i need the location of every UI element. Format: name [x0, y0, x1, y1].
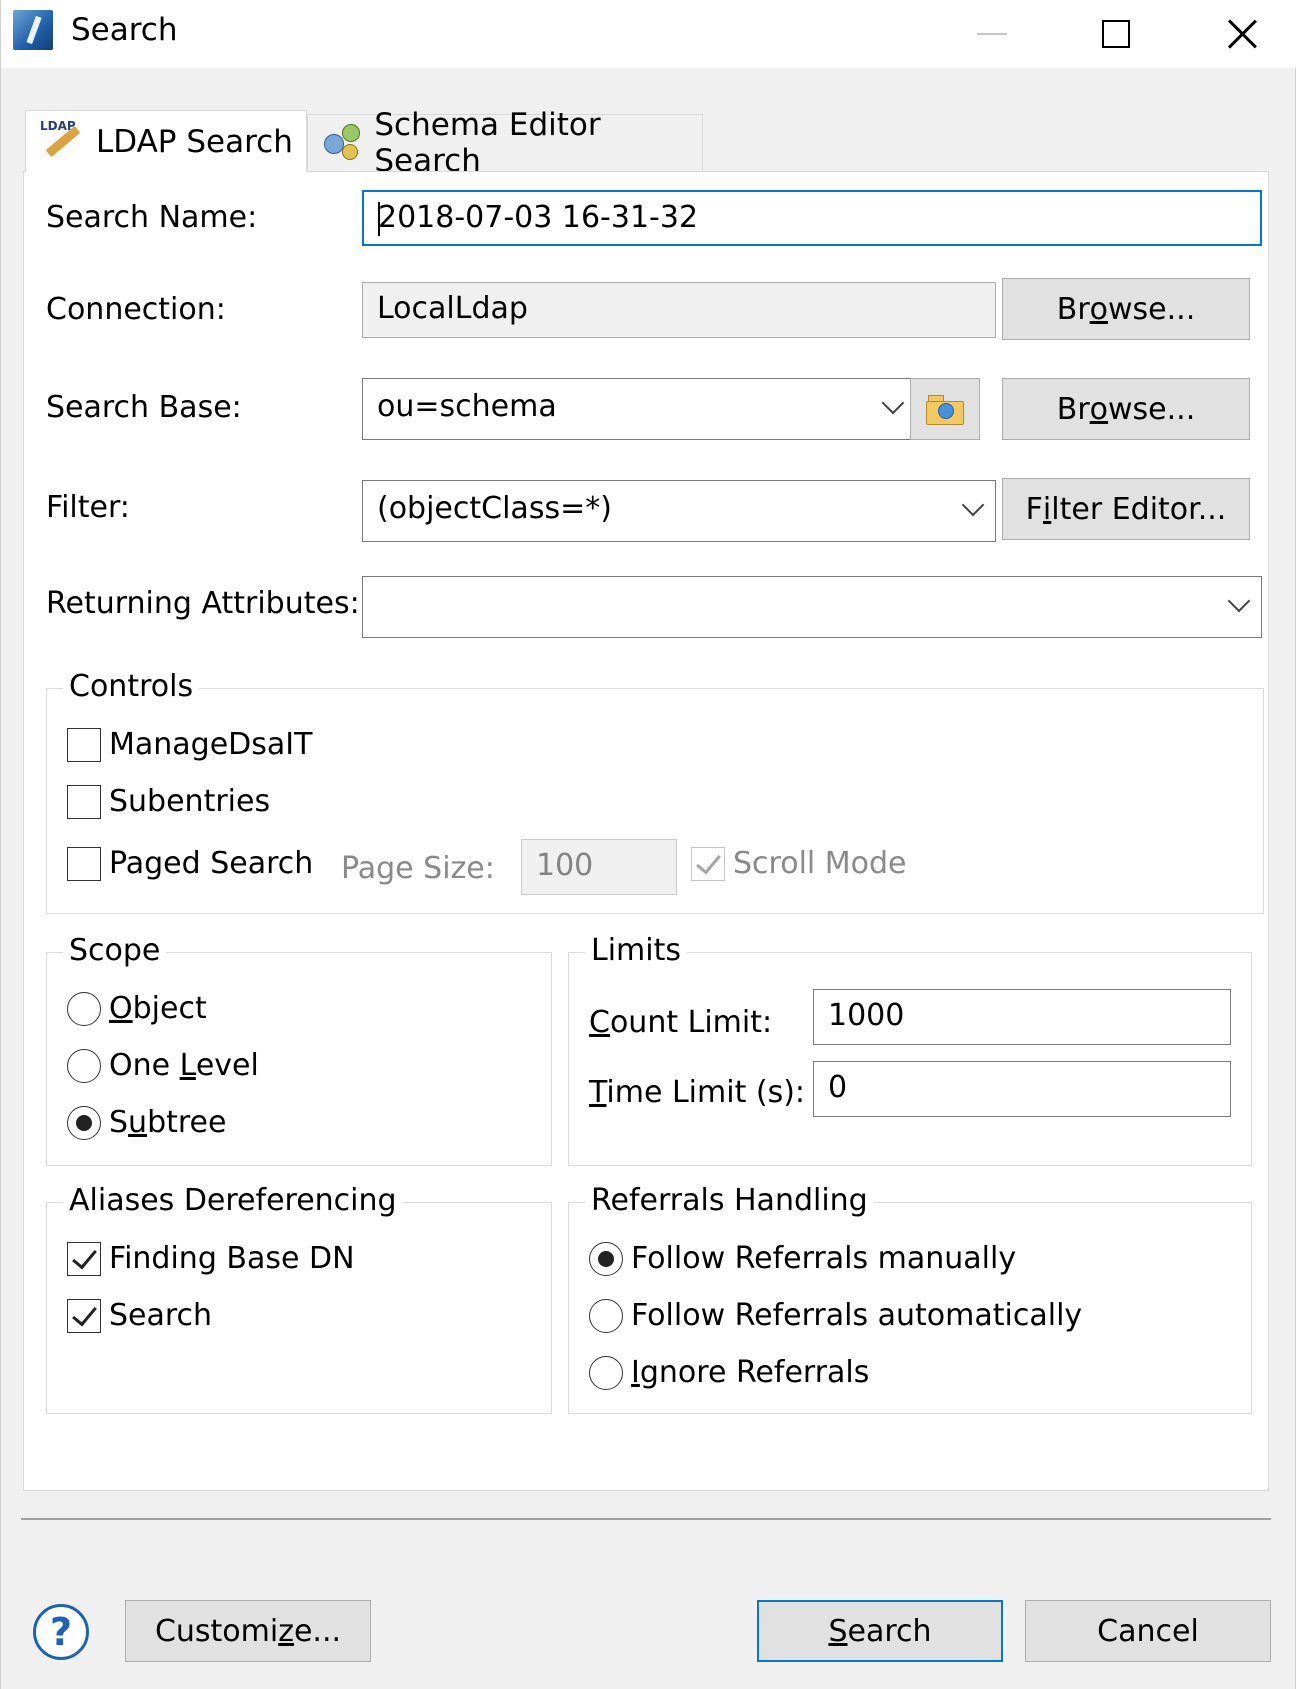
- search-name-input[interactable]: 2018-07-03 16-31-32: [362, 190, 1262, 246]
- paged-search-checkbox[interactable]: Paged Search: [67, 846, 313, 881]
- referrals-group: Referrals Handling Follow Referrals manu…: [568, 1181, 1252, 1414]
- connection-label: Connection:: [46, 292, 226, 327]
- connection-browse-button[interactable]: Br o wse...: [1002, 278, 1250, 340]
- time-limit-label: Time Limit (s):: [589, 1075, 806, 1110]
- chevron-down-icon: [1227, 589, 1251, 613]
- referrals-ignore-radio[interactable]: Ignore Referrals: [589, 1355, 869, 1390]
- controls-group-title: Controls: [63, 667, 200, 707]
- finding-base-dn-checkbox[interactable]: Finding Base DN: [67, 1241, 355, 1276]
- scope-one-level-radio[interactable]: One Level: [67, 1048, 259, 1083]
- minimize-button[interactable]: [937, 0, 1047, 68]
- count-limit-input[interactable]: 1000: [813, 989, 1231, 1045]
- window-title: Search: [71, 12, 178, 48]
- help-icon[interactable]: ?: [33, 1604, 89, 1660]
- ldap-search-panel: Search Name: 2018-07-03 16-31-32 Connect…: [23, 171, 1269, 1491]
- referrals-automatic-radio[interactable]: Follow Referrals automatically: [589, 1298, 1082, 1333]
- search-base-browse-button[interactable]: Br o wse...: [1002, 378, 1250, 440]
- maximize-button[interactable]: [1061, 0, 1171, 68]
- minimize-icon: [977, 33, 1007, 35]
- search-dialog: Search LDAP LDAP Search Schema Editor Se…: [0, 0, 1296, 1689]
- scope-group: Scope Object One Level Subtree: [46, 931, 552, 1166]
- search-base-combo[interactable]: ou=schema: [362, 378, 916, 440]
- filter-label: Filter:: [46, 490, 130, 525]
- page-size-label: Page Size:: [341, 851, 495, 886]
- folder-up-icon: [926, 393, 964, 425]
- tab-ldap-search[interactable]: LDAP LDAP Search: [25, 110, 307, 172]
- chevron-down-icon: [961, 493, 985, 517]
- aliases-group-title: Aliases Dereferencing: [63, 1181, 403, 1221]
- app-icon: [13, 10, 53, 50]
- search-base-label: Search Base:: [46, 390, 242, 425]
- referrals-manual-radio[interactable]: Follow Referrals manually: [589, 1241, 1016, 1276]
- aliases-search-checkbox[interactable]: Search: [67, 1298, 212, 1333]
- time-limit-input[interactable]: 0: [813, 1061, 1231, 1117]
- scope-group-title: Scope: [63, 931, 167, 971]
- aliases-group: Aliases Dereferencing Finding Base DN Se…: [46, 1181, 552, 1414]
- count-limit-label: Count Limit:: [589, 1005, 773, 1040]
- scroll-mode-checkbox: Scroll Mode: [691, 846, 907, 881]
- footer-separator: [21, 1518, 1271, 1520]
- ldap-search-icon: LDAP: [38, 119, 84, 165]
- referrals-group-title: Referrals Handling: [585, 1181, 874, 1221]
- connection-field: LocalLdap: [362, 282, 996, 338]
- subentries-checkbox[interactable]: Subentries: [67, 784, 270, 819]
- controls-group: Controls ManageDsaIT Subentries Paged Se…: [46, 667, 1264, 914]
- maximize-icon: [1102, 20, 1130, 48]
- title-bar: Search: [1, 0, 1296, 68]
- customize-button[interactable]: Customi z e...: [125, 1600, 371, 1662]
- tab-schema-editor-search-label: Schema Editor Search: [374, 106, 601, 179]
- close-icon: [1226, 18, 1258, 50]
- close-button[interactable]: [1187, 0, 1296, 68]
- page-size-input: 100: [521, 839, 677, 895]
- search-button[interactable]: Search: [757, 1600, 1003, 1662]
- returning-attributes-combo[interactable]: [362, 576, 1262, 638]
- limits-group-title: Limits: [585, 931, 687, 971]
- limits-group: Limits Count Limit: 1000 Time Limit (s):…: [568, 931, 1252, 1166]
- manage-dsait-checkbox[interactable]: ManageDsaIT: [67, 727, 312, 762]
- filter-combo[interactable]: (objectClass=*): [362, 480, 996, 542]
- search-name-label: Search Name:: [46, 200, 258, 235]
- filter-editor-button[interactable]: Fi lter Editor...: [1002, 478, 1250, 540]
- search-base-folder-button[interactable]: [910, 378, 980, 440]
- tab-ldap-search-label: LDAP Search: [96, 123, 293, 160]
- chevron-down-icon: [881, 391, 905, 415]
- scope-object-radio[interactable]: Object: [67, 991, 207, 1026]
- schema-editor-icon: [320, 120, 362, 166]
- tab-schema-editor-search[interactable]: Schema Editor Search: [307, 107, 703, 179]
- cancel-button[interactable]: Cancel: [1025, 1600, 1271, 1662]
- returning-attributes-label: Returning Attributes:: [46, 586, 360, 621]
- scope-subtree-radio[interactable]: Subtree: [67, 1105, 226, 1140]
